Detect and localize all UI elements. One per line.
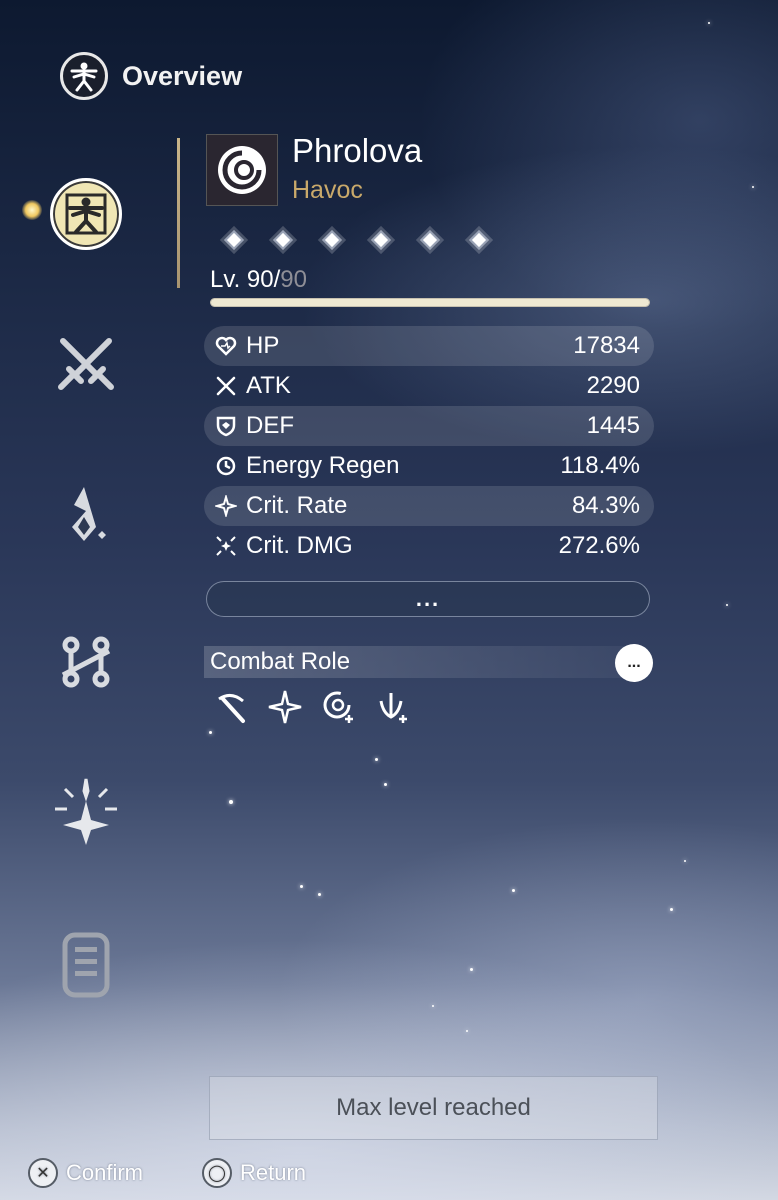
burst-icon bbox=[214, 534, 238, 558]
more-stats-button[interactable]: ... bbox=[206, 581, 650, 617]
diamond-icon bbox=[222, 228, 246, 252]
circle-button-icon: ◯ bbox=[202, 1158, 232, 1188]
stat-name: Crit. DMG bbox=[246, 532, 353, 559]
sparkle-icon bbox=[214, 494, 238, 518]
diamond-icon bbox=[320, 228, 344, 252]
stat-value: 272.6% bbox=[558, 532, 640, 559]
confirm-label: Confirm bbox=[66, 1160, 144, 1185]
sidebar-item-profile[interactable] bbox=[50, 928, 122, 1000]
stat-value: 2290 bbox=[586, 372, 640, 399]
sidebar-item-weapon[interactable] bbox=[50, 328, 122, 400]
spiral-plus-icon[interactable] bbox=[320, 688, 358, 726]
stat-name: ATK bbox=[246, 372, 291, 399]
sidebar-item-attributes[interactable] bbox=[50, 178, 122, 250]
energy-icon bbox=[214, 454, 238, 478]
diamond-icon bbox=[271, 228, 295, 252]
tag-icon bbox=[62, 932, 110, 998]
level-progress-bar bbox=[210, 298, 650, 307]
combat-role-title: Combat Role bbox=[210, 648, 351, 675]
return-hint[interactable]: ◯ Return bbox=[202, 1158, 306, 1188]
scythe-icon[interactable] bbox=[212, 688, 250, 726]
shield-icon bbox=[214, 414, 238, 438]
combat-role-info-button[interactable]: ... bbox=[615, 644, 653, 682]
stat-value: 17834 bbox=[573, 332, 640, 359]
max-level: 90 bbox=[280, 266, 307, 293]
level-progress-fill bbox=[211, 299, 649, 306]
level-prefix: Lv. bbox=[210, 266, 247, 293]
stat-name: Energy Regen bbox=[246, 452, 400, 479]
diamond-icon bbox=[467, 228, 491, 252]
heart-icon bbox=[214, 334, 238, 358]
stat-row-atk: ATK 2290 bbox=[204, 366, 654, 406]
overview-header: Overview bbox=[60, 52, 242, 100]
nodes-icon bbox=[61, 636, 111, 688]
stat-value: 84.3% bbox=[571, 492, 640, 519]
stat-row-energy-regen: Energy Regen 118.4% bbox=[204, 446, 654, 486]
active-indicator-dot bbox=[22, 200, 42, 220]
stat-name: Crit. Rate bbox=[246, 492, 348, 519]
character-element: Havoc bbox=[292, 176, 363, 204]
crossed-swords-icon bbox=[58, 338, 114, 390]
stat-name: HP bbox=[246, 332, 280, 359]
stat-row-crit-rate: Crit. Rate 84.3% bbox=[204, 486, 654, 526]
four-point-star-icon[interactable] bbox=[266, 688, 304, 726]
sidebar-divider bbox=[177, 138, 180, 288]
diamond-icon bbox=[369, 228, 393, 252]
max-level-button[interactable]: Max level reached bbox=[209, 1076, 658, 1140]
confirm-hint[interactable]: ✕ Confirm bbox=[28, 1158, 143, 1188]
return-label: Return bbox=[240, 1160, 307, 1185]
cross-button-icon: ✕ bbox=[28, 1158, 58, 1188]
level-readout: Lv. 90/90 bbox=[210, 266, 307, 294]
sidebar-item-forte[interactable] bbox=[50, 626, 122, 698]
havoc-element-icon bbox=[218, 146, 266, 194]
stat-row-crit-dmg: Crit. DMG 272.6% bbox=[204, 526, 654, 566]
diamond-icon bbox=[418, 228, 442, 252]
sidebar-item-resonance-chain[interactable] bbox=[50, 774, 122, 846]
stat-row-hp: HP 17834 bbox=[204, 326, 654, 366]
character-portrait bbox=[206, 134, 278, 206]
flame-diamond-icon bbox=[72, 487, 106, 541]
vitruvian-icon bbox=[65, 193, 107, 235]
stat-value: 1445 bbox=[586, 412, 640, 439]
current-level: 90 bbox=[246, 266, 274, 293]
combat-role-icons bbox=[212, 688, 412, 726]
resonance-diamonds bbox=[222, 228, 491, 252]
stat-name: DEF bbox=[246, 412, 294, 439]
character-name: Phrolova bbox=[292, 132, 423, 169]
stat-value: 118.4% bbox=[560, 452, 640, 479]
stat-row-def: DEF 1445 bbox=[204, 406, 654, 446]
page-title: Overview bbox=[122, 60, 243, 91]
sparkle-cluster-icon bbox=[55, 778, 117, 845]
stats-list: HP 17834 ATK 2290 DEF 1445 Energy Regen … bbox=[204, 326, 654, 566]
sidebar-item-echoes[interactable] bbox=[50, 478, 122, 550]
claw-plus-icon[interactable] bbox=[374, 688, 412, 726]
crossed-swords-icon bbox=[214, 374, 238, 398]
vitruvian-icon bbox=[60, 52, 108, 100]
